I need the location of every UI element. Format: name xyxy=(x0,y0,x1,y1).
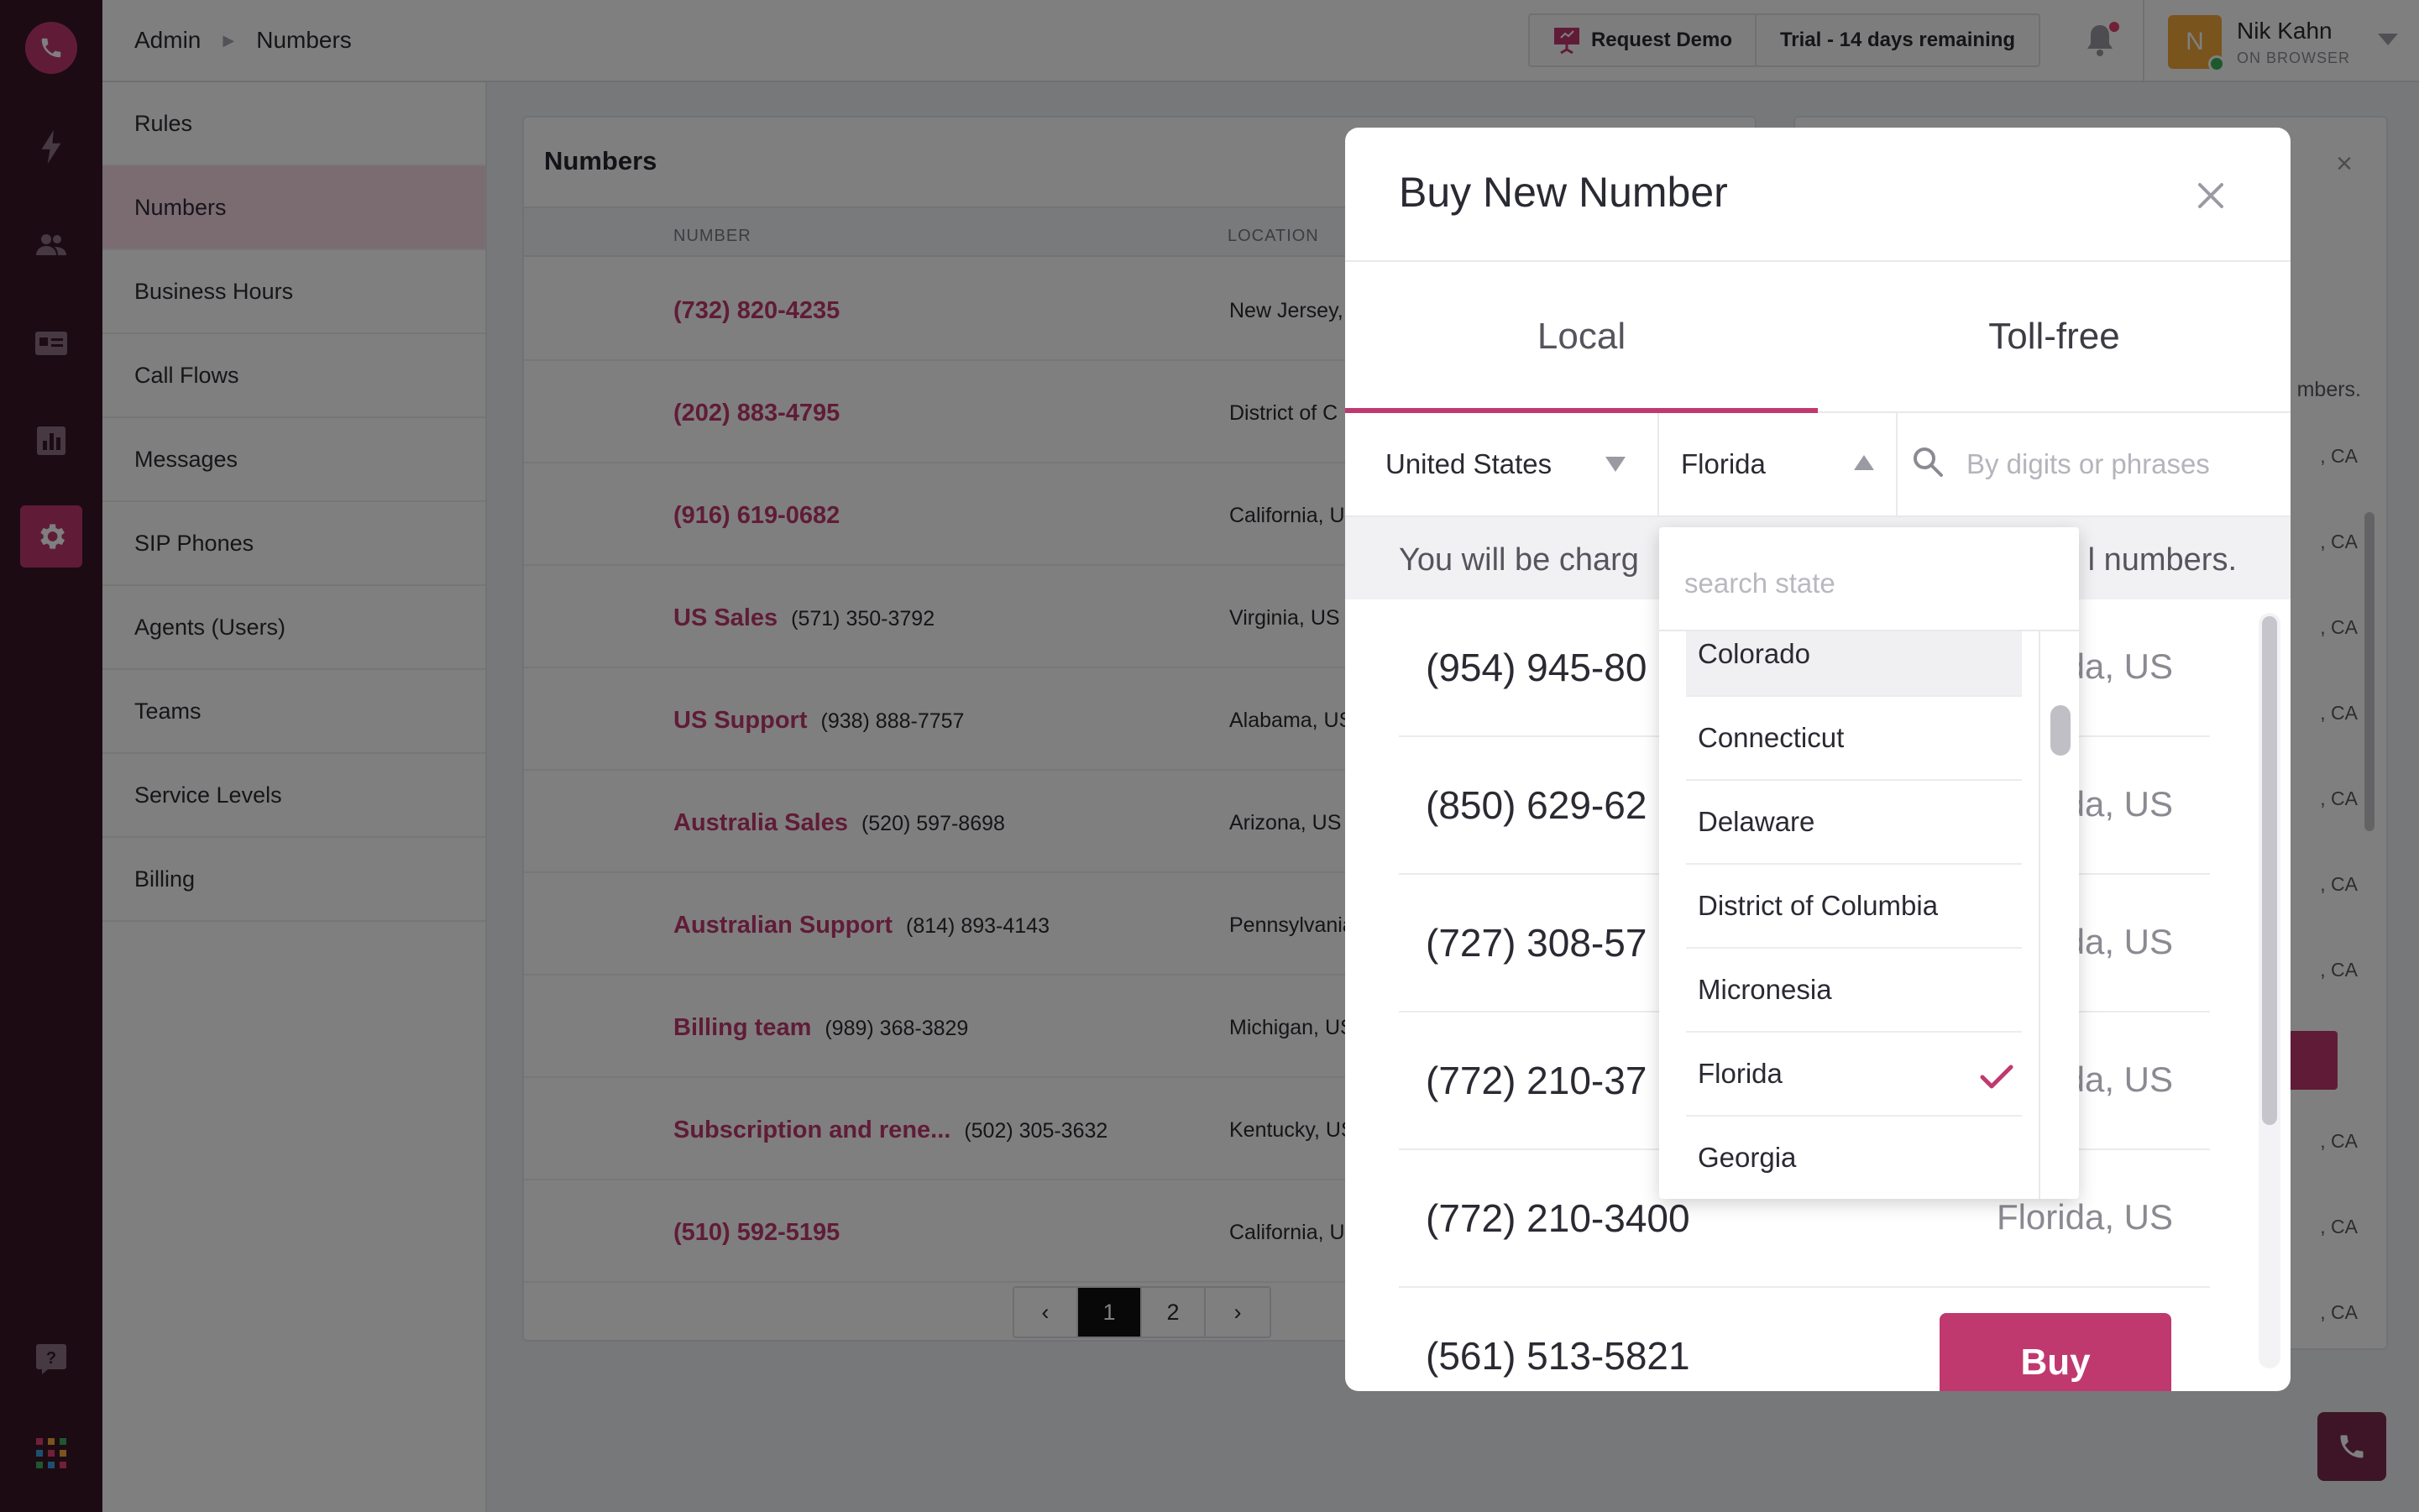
state-option[interactable]: Micronesia xyxy=(1686,949,2022,1033)
search-icon xyxy=(1914,447,1943,477)
results-scrollbar-thumb[interactable] xyxy=(2262,616,2277,1125)
available-number: (727) 308-57 xyxy=(1426,921,1647,965)
state-scrollbar-thumb[interactable] xyxy=(2050,705,2071,756)
available-number: (772) 210-3400 xyxy=(1426,1196,1690,1240)
available-number: (850) 629-62 xyxy=(1426,783,1647,827)
number-search xyxy=(1898,413,2291,517)
state-option[interactable]: Delaware xyxy=(1686,781,2022,865)
available-number: (772) 210-37 xyxy=(1426,1059,1647,1102)
charge-notice-text-end: l numbers. xyxy=(2087,542,2237,578)
country-select[interactable]: United States xyxy=(1345,413,1659,517)
country-value: United States xyxy=(1385,448,1552,479)
state-option[interactable]: District of Columbia xyxy=(1686,865,2022,949)
caret-down-icon xyxy=(1605,457,1626,472)
state-option-selected[interactable]: Florida xyxy=(1686,1033,2022,1117)
state-select[interactable]: Florida xyxy=(1659,413,1898,517)
state-options: Colorado Connecticut Delaware District o… xyxy=(1659,631,2040,1199)
modal-title: Buy New Number xyxy=(1399,169,1728,216)
caret-up-icon xyxy=(1854,455,1874,470)
checkmark-icon xyxy=(1980,1065,2013,1089)
state-option[interactable]: Connecticut xyxy=(1686,697,2022,781)
buy-button[interactable]: Buy xyxy=(1940,1313,2171,1391)
state-dropdown: Colorado Connecticut Delaware District o… xyxy=(1659,527,2079,1199)
state-search xyxy=(1659,527,2079,631)
state-option[interactable]: Georgia xyxy=(1686,1117,2022,1199)
tab-toll-free[interactable]: Toll-free xyxy=(1818,262,2291,411)
number-filters: United States Florida xyxy=(1345,413,2291,517)
state-value: Florida xyxy=(1681,448,1766,479)
number-search-input[interactable] xyxy=(1965,442,2267,487)
available-location: Florida, US xyxy=(1996,1197,2173,1237)
number-type-tabs: Local Toll-free xyxy=(1345,260,2291,413)
state-search-input[interactable] xyxy=(1683,562,2052,604)
state-option[interactable]: Colorado xyxy=(1686,631,2022,697)
close-icon[interactable] xyxy=(2195,180,2227,212)
tab-local[interactable]: Local xyxy=(1345,262,1818,413)
state-option-label: Florida xyxy=(1698,1058,1783,1089)
charge-notice-text: You will be charg xyxy=(1399,542,1639,578)
results-scrollbar[interactable] xyxy=(2259,613,2280,1368)
available-number: (561) 513-5821 xyxy=(1426,1334,1690,1378)
available-number: (954) 945-80 xyxy=(1426,646,1647,689)
list-item[interactable]: (561) 513-5821 Buy xyxy=(1399,1288,2210,1391)
